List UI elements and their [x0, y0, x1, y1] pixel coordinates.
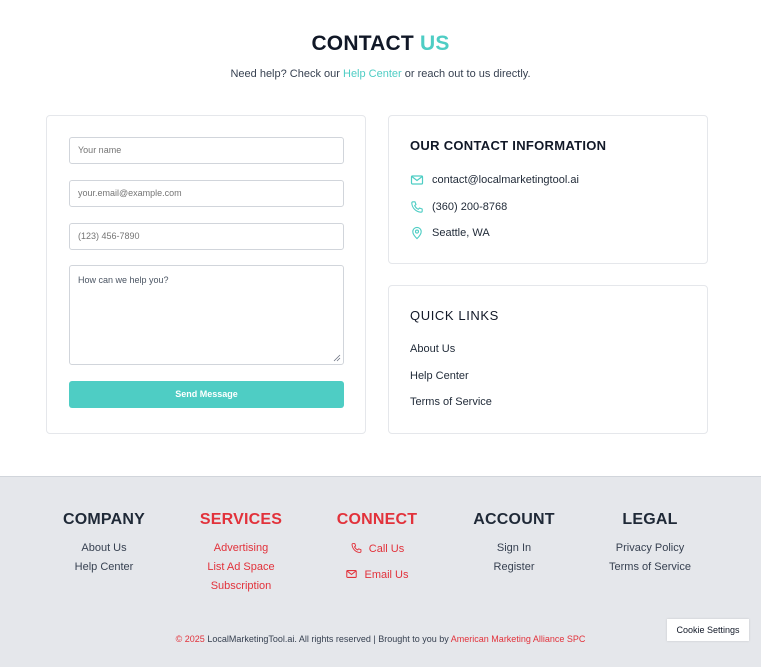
- footer-link-email-us[interactable]: Email Us: [307, 568, 447, 581]
- footer-services-column: SERVICES Advertising List Ad Space Subsc…: [171, 511, 311, 592]
- footer-link-register[interactable]: Register: [444, 561, 584, 573]
- name-input[interactable]: [69, 137, 344, 164]
- resize-grip-icon[interactable]: [333, 354, 341, 362]
- footer-link-help-center[interactable]: Help Center: [34, 561, 174, 573]
- footer-connect-column: CONNECT Call Us Email Us: [307, 511, 447, 581]
- copyright-year: © 2025: [175, 634, 205, 644]
- footer-connect-heading: CONNECT: [336, 511, 418, 528]
- subtitle-text-after: or reach out to us directly.: [404, 68, 531, 80]
- footer-legal-column: LEGAL Privacy Policy Terms of Service: [580, 511, 720, 573]
- contact-email[interactable]: contact@localmarketingtool.ai: [432, 174, 579, 186]
- contact-location-row: Seattle, WA: [410, 225, 490, 241]
- help-center-link[interactable]: Help Center: [343, 68, 402, 80]
- phone-icon: [351, 543, 362, 553]
- mail-icon: [410, 173, 424, 187]
- contact-info-card: OUR CONTACT INFORMATION contact@localmar…: [388, 115, 708, 264]
- footer-services-heading: SERVICES: [199, 511, 283, 528]
- phone-input[interactable]: [69, 223, 344, 250]
- quick-link-help-center[interactable]: Help Center: [410, 370, 469, 382]
- email-input[interactable]: [69, 180, 344, 207]
- footer-link-advertising[interactable]: Advertising: [171, 542, 311, 554]
- page-subtitle: Need help? Check our Help Center or reac…: [0, 68, 761, 80]
- footer-link-about-us[interactable]: About Us: [34, 542, 174, 554]
- quick-link-about-us[interactable]: About Us: [410, 343, 455, 355]
- footer-link-privacy-policy[interactable]: Privacy Policy: [580, 542, 720, 554]
- email-us-label: Email Us: [364, 569, 409, 581]
- footer-link-subscription[interactable]: Subscription: [171, 580, 311, 592]
- contact-email-row: contact@localmarketingtool.ai: [410, 172, 579, 188]
- message-placeholder: How can we help you?: [78, 275, 169, 285]
- title-main: CONTACT: [311, 32, 414, 55]
- quick-links-heading: QUICK LINKS: [410, 308, 499, 323]
- title-accent: US: [419, 32, 450, 55]
- contact-info-heading: OUR CONTACT INFORMATION: [410, 138, 607, 153]
- footer-company-heading: COMPANY: [63, 511, 145, 528]
- quick-link-terms-of-service[interactable]: Terms of Service: [410, 396, 492, 408]
- footer-company-column: COMPANY About Us Help Center: [34, 511, 174, 573]
- quick-links-card: QUICK LINKS About Us Help Center Terms o…: [388, 285, 708, 434]
- footer-link-terms-of-service[interactable]: Terms of Service: [580, 561, 720, 573]
- contact-phone-row: (360) 200-8768: [410, 199, 507, 215]
- contact-location: Seattle, WA: [432, 227, 490, 239]
- contact-phone[interactable]: (360) 200-8768: [432, 201, 507, 213]
- contact-page: CONTACT US Need help? Check our Help Cen…: [0, 0, 761, 667]
- site-footer: COMPANY About Us Help Center SERVICES Ad…: [0, 476, 761, 667]
- mail-icon: [346, 570, 358, 578]
- footer-link-list-ad-space[interactable]: List Ad Space: [171, 561, 311, 573]
- american-marketing-alliance-link[interactable]: American Marketing Alliance SPC: [451, 634, 586, 644]
- footer-legal-heading: LEGAL: [622, 511, 678, 528]
- message-textarea[interactable]: How can we help you?: [69, 265, 344, 365]
- contact-form-card: How can we help you? Send Message: [46, 115, 366, 434]
- footer-account-column: ACCOUNT Sign In Register: [444, 511, 584, 573]
- send-message-button[interactable]: Send Message: [69, 381, 344, 408]
- copyright-text: © 2025 LocalMarketingTool.ai. All rights…: [0, 634, 761, 644]
- footer-account-heading: ACCOUNT: [473, 511, 555, 528]
- footer-link-call-us[interactable]: Call Us: [307, 542, 447, 555]
- footer-link-sign-in[interactable]: Sign In: [444, 542, 584, 554]
- phone-icon: [410, 200, 424, 214]
- call-us-label: Call Us: [368, 543, 405, 555]
- copyright-body: LocalMarketingTool.ai. All rights reserv…: [207, 634, 449, 644]
- page-title: CONTACT US: [0, 32, 761, 56]
- subtitle-text-before: Need help? Check our: [230, 68, 340, 80]
- map-pin-icon: [410, 226, 424, 240]
